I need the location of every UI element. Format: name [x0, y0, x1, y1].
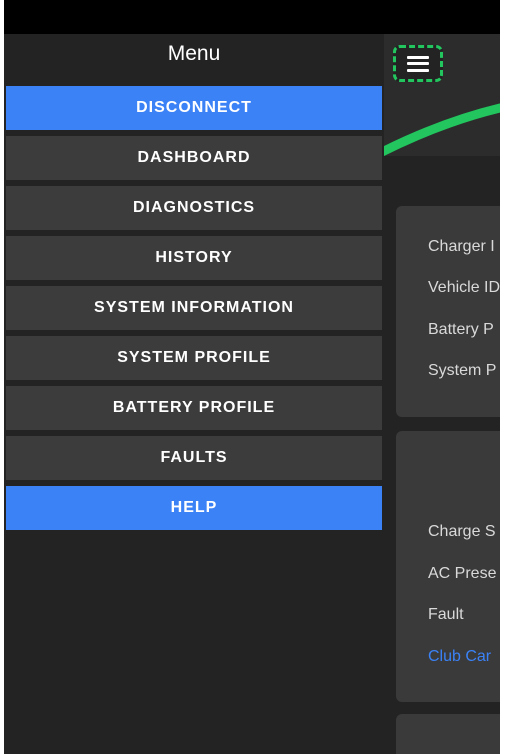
card-row: Charge S — [428, 523, 496, 540]
card-row: Vehicle ID — [428, 279, 500, 296]
menu-item-battery-profile[interactable]: BATTERY PROFILE — [6, 386, 382, 430]
menu-item-label: DISCONNECT — [136, 99, 252, 116]
menu-item-system-information[interactable]: SYSTEM INFORMATION — [6, 286, 382, 330]
menu-item-diagnostics[interactable]: DIAGNOSTICS — [6, 186, 382, 230]
menu-item-faults[interactable]: FAULTS — [6, 436, 382, 480]
menu-item-label: HELP — [170, 499, 218, 516]
menu-title: Menu — [167, 42, 221, 65]
card-row: Charger I — [428, 238, 495, 255]
menu-item-label: DIAGNOSTICS — [132, 199, 256, 216]
menu-icon — [407, 55, 429, 72]
brand-swoosh — [382, 103, 500, 157]
menu-item-label: SYSTEM INFORMATION — [94, 299, 294, 316]
status-bar — [4, 0, 500, 34]
info-card — [396, 714, 500, 754]
menu-item-system-profile[interactable]: SYSTEM PROFILE — [6, 336, 382, 380]
navigation-drawer: Menu DISCONNECT DASHBOARD DIAGNOSTICS HI… — [4, 34, 384, 754]
menu-item-label: BATTERY PROFILE — [112, 399, 276, 416]
card-row: AC Prese — [428, 565, 497, 582]
menu-item-label: FAULTS — [160, 449, 228, 466]
menu-item-history[interactable]: HISTORY — [6, 236, 382, 280]
card-row: Fault — [428, 606, 464, 623]
menu-item-label: HISTORY — [155, 249, 233, 266]
card-row: Battery P — [428, 321, 494, 338]
hamburger-menu-button[interactable] — [393, 45, 443, 82]
app-screen: Charger I Vehicle ID Battery P System P … — [4, 0, 500, 754]
card-row: System P — [428, 362, 497, 379]
menu-item-label: SYSTEM PROFILE — [117, 349, 271, 366]
menu-item-disconnect[interactable]: DISCONNECT — [6, 86, 382, 130]
charge-status-card: Charge S AC Prese Fault Club Car — [396, 431, 500, 702]
club-car-link[interactable]: Club Car — [428, 648, 491, 666]
menu-item-label: DASHBOARD — [137, 149, 251, 166]
charger-info-card: Charger I Vehicle ID Battery P System P — [396, 206, 500, 417]
menu-item-help[interactable]: HELP — [6, 486, 382, 530]
menu-item-dashboard[interactable]: DASHBOARD — [6, 136, 382, 180]
